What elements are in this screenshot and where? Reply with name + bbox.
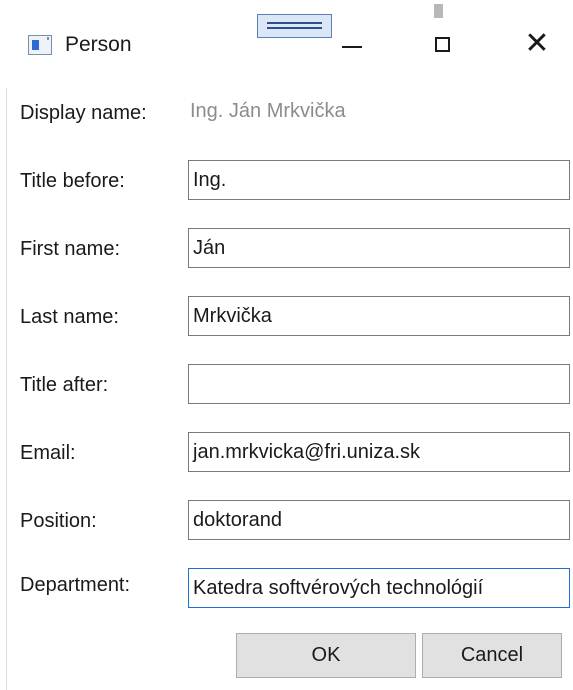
display-name-value: Ing. Ján Mrkvička <box>188 92 570 132</box>
department-field[interactable]: Katedra softvérových technológií <box>188 568 570 608</box>
title-before-field[interactable]: Ing. <box>188 160 570 200</box>
title-after-label: Title after: <box>20 374 109 396</box>
person-dialog: Person ✕ Display name: Ing. Ján Mrkvička… <box>0 0 573 690</box>
close-icon: ✕ <box>524 27 550 60</box>
close-button[interactable]: ✕ <box>507 18 567 70</box>
overlay-mark <box>434 4 443 18</box>
title-after-field[interactable] <box>188 364 570 404</box>
maximize-button[interactable] <box>412 18 472 70</box>
window-edge <box>6 0 7 690</box>
email-label: Email: <box>20 442 76 464</box>
cancel-button[interactable]: Cancel <box>422 633 562 678</box>
maximize-icon <box>434 36 450 52</box>
drag-handle-icon[interactable] <box>257 14 332 38</box>
last-name-label: Last name: <box>20 306 119 328</box>
app-window-icon <box>28 35 52 55</box>
display-name-label: Display name: <box>20 102 147 124</box>
first-name-label: First name: <box>20 238 121 260</box>
position-label: Position: <box>20 510 97 532</box>
title-bar[interactable]: Person ✕ <box>0 0 573 88</box>
email-field[interactable]: jan.mrkvicka@fri.uniza.sk <box>188 432 570 472</box>
position-field[interactable]: doktorand <box>188 500 570 540</box>
minimize-icon <box>342 46 362 48</box>
minimize-button[interactable] <box>322 18 382 70</box>
last-name-field[interactable]: Mrkvička <box>188 296 570 336</box>
department-label: Department: <box>20 574 131 596</box>
window-title: Person <box>65 33 132 56</box>
title-before-label: Title before: <box>20 170 125 192</box>
first-name-field[interactable]: Ján <box>188 228 570 268</box>
ok-button[interactable]: OK <box>236 633 416 678</box>
